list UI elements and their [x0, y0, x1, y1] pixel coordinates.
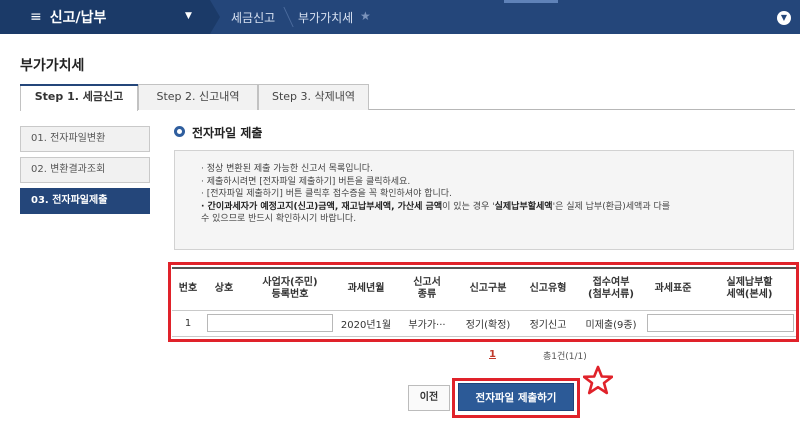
notice-line: · 제출하시려면 [전자파일 제출하기] 버튼을 클릭하세요. [201, 176, 411, 187]
breadcrumb-vat[interactable]: 부가가치세 [298, 9, 353, 26]
top-accent [504, 0, 558, 3]
hamburger-icon: ≡ [30, 9, 42, 25]
notice-line: 수 있으므로 반드시 확인하시기 바랍니다. [201, 214, 357, 224]
notice-bold-mid: 실제납부할세액 [494, 201, 553, 212]
notice-box: · 정상 변환된 제출 가능한 신고서 목록입니다. · 제출하시려면 [전자파… [174, 150, 794, 250]
breadcrumb-tax-report[interactable]: 세금신고 [231, 9, 275, 26]
dropdown-caret-icon: ▼ [185, 11, 192, 21]
tab-step1[interactable]: Step 1. 세금신고 [20, 84, 138, 111]
main-menu-label: 신고/납부 [49, 10, 107, 26]
favorite-star-icon[interactable]: ★ [360, 9, 371, 23]
breadcrumb-arrow [210, 0, 220, 34]
side-nav-item-result[interactable]: 02. 변환결과조회 [20, 157, 150, 183]
prev-button[interactable]: 이전 [408, 385, 450, 411]
submit-file-button[interactable]: 전자파일 제출하기 [458, 383, 574, 411]
page-number-link[interactable]: 1 [489, 349, 496, 360]
notice-bold-prefix: · 간이과세자가 예정고지(신고)금액, 재고납부세액, 가산세 금액 [201, 201, 443, 212]
step-tabs: Step 1. 세금신고 Step 2. 신고내역 Step 3. 삭제내역 [20, 84, 795, 111]
page-title: 부가가치세 [20, 58, 85, 74]
breadcrumb-divider [283, 7, 294, 27]
notice-line: · [전자파일 제출하기] 버튼 클릭후 접수증을 꼭 확인하셔야 합니다. [201, 189, 452, 199]
notice-line: · 정상 변환된 제출 가능한 신고서 목록입니다. [201, 164, 373, 174]
side-nav-item-convert[interactable]: 01. 전자파일변환 [20, 126, 150, 152]
notice-mid: 이 있는 경우 ' [442, 201, 495, 212]
side-nav-item-submit[interactable]: 03. 전자파일제출 [20, 188, 150, 214]
notice-suffix: '은 실제 납부(환급)세액과 다를 [552, 201, 671, 212]
section-bullet-icon [174, 126, 185, 137]
page-total: 총1건(1/1) [543, 352, 587, 362]
red-star-icon [583, 365, 613, 395]
main-menu-button[interactable]: ≡ 신고/납부 ▼ [0, 0, 210, 34]
notice-line-warning: · 간이과세자가 예정고지(신고)금액, 재고납부세액, 가산세 금액이 있는 … [201, 201, 793, 214]
tab-step3[interactable]: Step 3. 삭제내역 [258, 84, 369, 110]
table-highlight-box [168, 262, 799, 342]
top-bar: ≡ 신고/납부 ▼ 세금신고 부가가치세 ★ ▼ [0, 0, 800, 34]
expand-circle-icon[interactable]: ▼ [777, 11, 791, 25]
tab-step2[interactable]: Step 2. 신고내역 [138, 84, 258, 110]
section-title: 전자파일 제출 [192, 126, 263, 140]
